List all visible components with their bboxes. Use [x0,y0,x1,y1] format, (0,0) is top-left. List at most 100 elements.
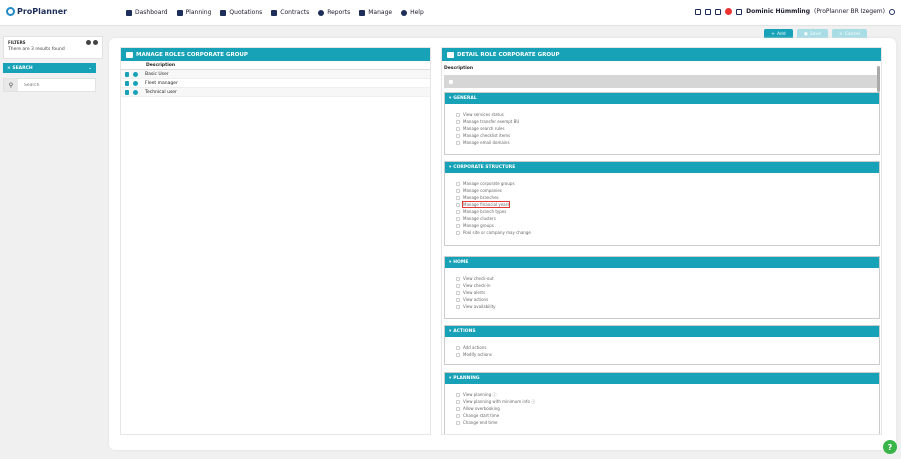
checkbox[interactable] [456,195,460,200]
checkbox[interactable] [456,112,460,117]
checkbox[interactable] [456,216,460,221]
permission-item[interactable]: Allow overbooking [456,405,879,412]
section-title: HOME [453,260,469,265]
table-row[interactable]: Fleet manager [121,79,430,88]
permission-label-highlighted: Manage financial years [461,200,511,209]
permission-item[interactable]: Change start time [456,412,879,419]
delete-icon[interactable] [125,80,129,86]
refresh-icon[interactable] [715,8,722,15]
checkbox[interactable] [456,181,460,186]
permission-item[interactable]: View check-out [456,275,879,282]
permission-label: Manage branch types [463,209,507,214]
section-header[interactable]: ▾ GENERAL [445,93,879,104]
section-header[interactable]: ▾ HOME [445,257,879,268]
checkbox[interactable] [456,413,460,418]
section-header[interactable]: ▾ ACTIONS [445,326,879,337]
edit-icon[interactable] [133,71,138,77]
permission-label: View actions [463,297,489,302]
section-planning: ▾ PLANNING View planning ⓘ View planning … [444,372,880,434]
permission-item[interactable]: Manage email domains [456,139,879,146]
checkbox[interactable] [456,188,460,193]
checkbox[interactable] [456,392,460,397]
checkbox[interactable] [456,420,460,425]
checkbox[interactable] [456,290,460,295]
permission-item[interactable]: Manage companies [456,187,879,194]
permission-item[interactable]: Manage branch types [456,208,879,215]
help-button[interactable]: ? [883,440,897,454]
nav-dashboard[interactable]: Dashboard [126,9,168,16]
description-input[interactable] [444,75,880,88]
nav-manage[interactable]: Manage [359,9,392,16]
checkbox[interactable] [456,140,460,145]
search-icon[interactable]: ⚲ [4,79,18,91]
help-circle-icon [401,9,408,16]
permission-item[interactable]: View availability [456,303,879,310]
nav-contracts[interactable]: Contracts [271,9,309,16]
permission-item[interactable]: View check-in [456,282,879,289]
user-icon[interactable] [736,8,743,15]
checkbox[interactable] [456,399,460,404]
permission-item[interactable]: Add actions [456,344,879,351]
checkbox[interactable] [456,304,460,309]
permission-item[interactable]: Pool site or company may change [456,229,879,236]
nav-label: Planning [185,9,212,16]
permission-item-manage-financial-years[interactable]: Manage financial years [456,200,879,209]
permission-label: Pool site or company may change [463,230,531,235]
checkbox[interactable] [456,297,460,302]
filters-title: FILTERS [8,40,26,45]
checkbox[interactable] [456,133,460,138]
checkbox[interactable] [456,276,460,281]
clipboard-icon[interactable] [695,8,702,15]
filter-clear-icon[interactable] [93,40,98,45]
edit-icon[interactable] [133,80,138,86]
description-column-header[interactable]: Description [121,61,430,70]
checkbox[interactable] [456,230,460,235]
nav-planning[interactable]: Planning [176,9,212,16]
nav-quotations[interactable]: Quotations [220,9,262,16]
checkbox[interactable] [456,345,460,350]
power-icon[interactable] [889,8,895,15]
permission-item[interactable]: Modify actions [456,351,879,358]
proplanner-logo[interactable]: ProPlanner [6,7,67,16]
permission-item[interactable]: Manage clusters [456,215,879,222]
checkbox[interactable] [456,283,460,288]
truck-icon[interactable] [705,8,712,15]
delete-icon[interactable] [125,71,129,77]
checkbox[interactable] [456,406,460,411]
permission-item[interactable]: View alerts [456,289,879,296]
permission-item[interactable]: Manage groups [456,222,879,229]
permission-item[interactable]: Manage transfer exempt BU [456,118,879,125]
search-input[interactable] [18,82,88,88]
chevron-down-icon: ▾ [449,165,452,170]
checkbox[interactable] [456,209,460,214]
checkbox[interactable] [456,126,460,131]
permission-item[interactable]: Change end time [456,419,879,426]
permission-item[interactable]: View services status [456,111,879,118]
permission-item[interactable]: View actions [456,296,879,303]
edit-icon[interactable] [133,89,138,95]
checkbox[interactable] [456,202,460,207]
nav-reports[interactable]: Reports [318,9,350,16]
table-row[interactable]: Technical user [121,88,430,97]
permission-item[interactable]: Manage corporate groups [456,180,879,187]
add-label: Add [776,32,786,37]
search-header[interactable]: × SEARCH ⌄ [3,63,96,73]
permission-item[interactable]: Manage checklist items [456,132,879,139]
sitemap-icon [447,51,454,58]
section-header[interactable]: ▾ CORPORATE STRUCTURE [445,162,879,173]
checkbox[interactable] [456,119,460,124]
permission-item[interactable]: View planning ⓘ [456,391,879,398]
panel-scrollbar[interactable] [877,66,880,92]
gear-icon[interactable] [86,40,91,45]
permission-item[interactable]: View planning with minimum info ⓘ [456,398,879,405]
permission-item[interactable]: Manage branches [456,194,879,201]
permission-item[interactable]: Manage search rules [456,125,879,132]
nav-help[interactable]: Help [401,9,424,16]
checkbox[interactable] [456,352,460,357]
table-row[interactable]: Basic User [121,70,430,79]
checkbox[interactable] [456,223,460,228]
section-header[interactable]: ▾ PLANNING [445,373,879,384]
delete-icon[interactable] [125,89,129,95]
user-name[interactable]: Dominic Hümmling [746,8,810,15]
notification-badge[interactable] [725,8,733,15]
